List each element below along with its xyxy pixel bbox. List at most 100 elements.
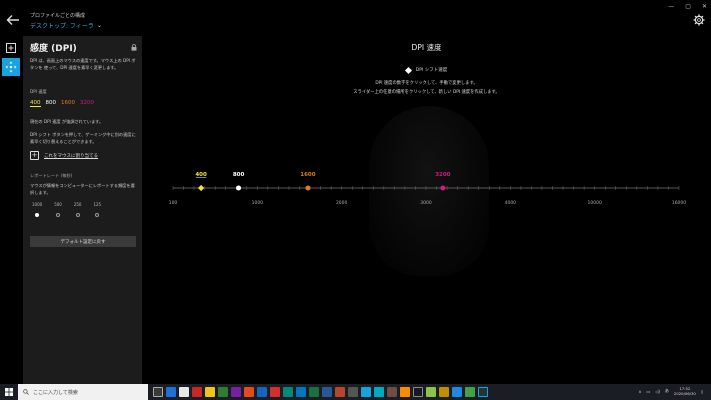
- title-bar: プロファイルごとの構成 デスクトップ: フィーラ ⌄ — ▢ ✕: [0, 0, 711, 36]
- app-icon[interactable]: [218, 387, 228, 397]
- profile-caption: プロファイルごとの構成: [30, 13, 85, 19]
- dpi-marker[interactable]: [236, 185, 242, 191]
- app-icon[interactable]: [257, 387, 267, 397]
- dpi-marker[interactable]: [305, 185, 311, 191]
- taskbar: ここに入力して検索: [0, 384, 711, 400]
- scale-label: 3000: [420, 200, 432, 206]
- dpi-marker[interactable]: [440, 185, 446, 191]
- close-button[interactable]: ✕: [702, 3, 707, 10]
- assignments-button[interactable]: [2, 39, 20, 57]
- dpi-marker-label[interactable]: 3200: [435, 172, 450, 178]
- app-icon[interactable]: [361, 387, 371, 397]
- report-rate-option[interactable]: 125: [93, 202, 101, 217]
- excel-icon[interactable]: [309, 387, 319, 397]
- report-rate-description: マウスが情報をコンピューターにレポートする頻度を選択します。: [30, 183, 135, 195]
- report-rate-option[interactable]: 250: [73, 202, 82, 217]
- radio-button[interactable]: [56, 213, 60, 217]
- app-icon[interactable]: [244, 387, 254, 397]
- dpi-values: 400 800 1600 3200: [30, 100, 94, 107]
- app-icon[interactable]: [296, 387, 306, 397]
- system-tray: ∧ ▭ ◁) あ 17:52 2020/06/30 ▯: [639, 386, 703, 396]
- chevron-down-icon: ⌄: [96, 22, 102, 29]
- main-title: DPI 速度: [411, 43, 442, 52]
- sensitivity-button[interactable]: [2, 58, 20, 76]
- radio-button[interactable]: [95, 213, 100, 217]
- app-icon[interactable]: [426, 387, 436, 397]
- report-rate-label: 500: [54, 202, 62, 207]
- ghub-icon[interactable]: [478, 387, 488, 397]
- panel-description: DPI は、画面上のマウスの速度です。マウス上の DPI ボタンを 使って、DP…: [30, 58, 136, 70]
- report-rate-option[interactable]: 1000: [32, 202, 42, 217]
- maximize-button[interactable]: ▢: [685, 3, 691, 10]
- report-rate-option[interactable]: 500: [54, 202, 62, 217]
- dpi-marker-label[interactable]: 1600: [300, 172, 315, 178]
- radio-button[interactable]: [35, 213, 40, 217]
- ime-icon[interactable]: あ: [665, 388, 669, 394]
- tray-chevron-icon[interactable]: ∧: [639, 389, 642, 394]
- notification-icon[interactable]: ▯: [701, 389, 703, 394]
- dpi-shift-legend-label: DPI シフト速度: [415, 68, 448, 73]
- app-icon[interactable]: [179, 387, 189, 397]
- app-icon[interactable]: [387, 387, 397, 397]
- window-controls: — ▢ ✕: [668, 3, 707, 10]
- edge-icon[interactable]: [166, 387, 176, 397]
- app-icon[interactable]: [452, 387, 462, 397]
- app-icon[interactable]: [192, 387, 202, 397]
- app-icon[interactable]: [400, 387, 410, 397]
- dpi-speed-label: DPI 速度: [30, 89, 47, 94]
- lock-icon[interactable]: [131, 44, 137, 51]
- dpi-shift-marker[interactable]: [197, 184, 205, 192]
- report-rate-options: 1000 500 250 125: [32, 202, 101, 217]
- assign-to-mouse-link[interactable]: + これをマウスに割り当てる: [30, 151, 98, 160]
- dpi-shift-legend: DPI シフト速度: [142, 66, 711, 74]
- volume-icon[interactable]: ◁): [655, 389, 660, 394]
- dpi-marker-label[interactable]: 800: [233, 172, 245, 178]
- scale-label: 1000: [252, 200, 264, 206]
- app-icon[interactable]: [231, 387, 241, 397]
- current-dpi-note: 現在の DPI 速度 が強調されています。: [30, 119, 104, 124]
- report-rate-label: 250: [73, 202, 82, 207]
- taskbar-search[interactable]: ここに入力して検索: [18, 384, 148, 400]
- dpi-marker-label[interactable]: 400: [195, 172, 207, 178]
- clock[interactable]: 17:52 2020/06/30: [674, 386, 696, 396]
- app-icon[interactable]: [283, 387, 293, 397]
- dpi-value-1[interactable]: 400: [30, 100, 41, 107]
- network-icon[interactable]: ▭: [646, 389, 650, 394]
- scale-label: 100: [169, 200, 178, 206]
- app-icon[interactable]: [465, 387, 475, 397]
- task-view-icon[interactable]: [153, 387, 163, 397]
- dpi-value-4[interactable]: 3200: [80, 100, 94, 107]
- gear-icon[interactable]: [693, 14, 705, 26]
- dpi-slider[interactable]: 100 1000 2000 3000 4000 10000 16000 400 800 1600 3…: [142, 166, 711, 216]
- scale-label: 16000: [672, 200, 686, 206]
- start-button[interactable]: [0, 384, 18, 400]
- report-rate-label: 125: [93, 202, 102, 207]
- report-rate-label: 1000: [32, 202, 43, 207]
- app-icon[interactable]: [439, 387, 449, 397]
- windows-logo-icon: [5, 388, 13, 396]
- app-icon[interactable]: [348, 387, 358, 397]
- search-placeholder: ここに入力して検索: [33, 389, 78, 396]
- back-arrow-icon[interactable]: [6, 13, 20, 27]
- scale-label: 10000: [588, 200, 602, 206]
- hint-text-1: DPI 速度の数字をクリックして、手動で変更します。: [375, 81, 478, 86]
- hint-text-2: スライダー上の任意の場所をクリックして、新しい DPI 速度を作成します。: [353, 90, 500, 95]
- diamond-icon: [404, 66, 412, 74]
- plus-box-icon: +: [30, 151, 39, 160]
- powerpoint-icon[interactable]: [335, 387, 345, 397]
- minimize-button[interactable]: —: [668, 3, 674, 10]
- profile-selector[interactable]: デスクトップ: フィーラ ⌄: [30, 21, 102, 30]
- folder-icon[interactable]: [205, 387, 215, 397]
- dpi-value-3[interactable]: 1600: [61, 100, 75, 107]
- dpi-value-2[interactable]: 800: [46, 100, 57, 107]
- panel-title: 感度 (DPI): [30, 44, 77, 54]
- app-icon[interactable]: [374, 387, 384, 397]
- steam-icon[interactable]: [413, 387, 423, 397]
- chrome-icon[interactable]: [270, 387, 280, 397]
- plus-square-icon: [6, 43, 16, 53]
- word-icon[interactable]: [322, 387, 332, 397]
- radio-button[interactable]: [75, 213, 80, 217]
- reset-defaults-button[interactable]: デフォルト設定に戻す: [30, 236, 136, 247]
- scale-label: 2000: [336, 200, 348, 206]
- scale-label: 4000: [505, 200, 517, 206]
